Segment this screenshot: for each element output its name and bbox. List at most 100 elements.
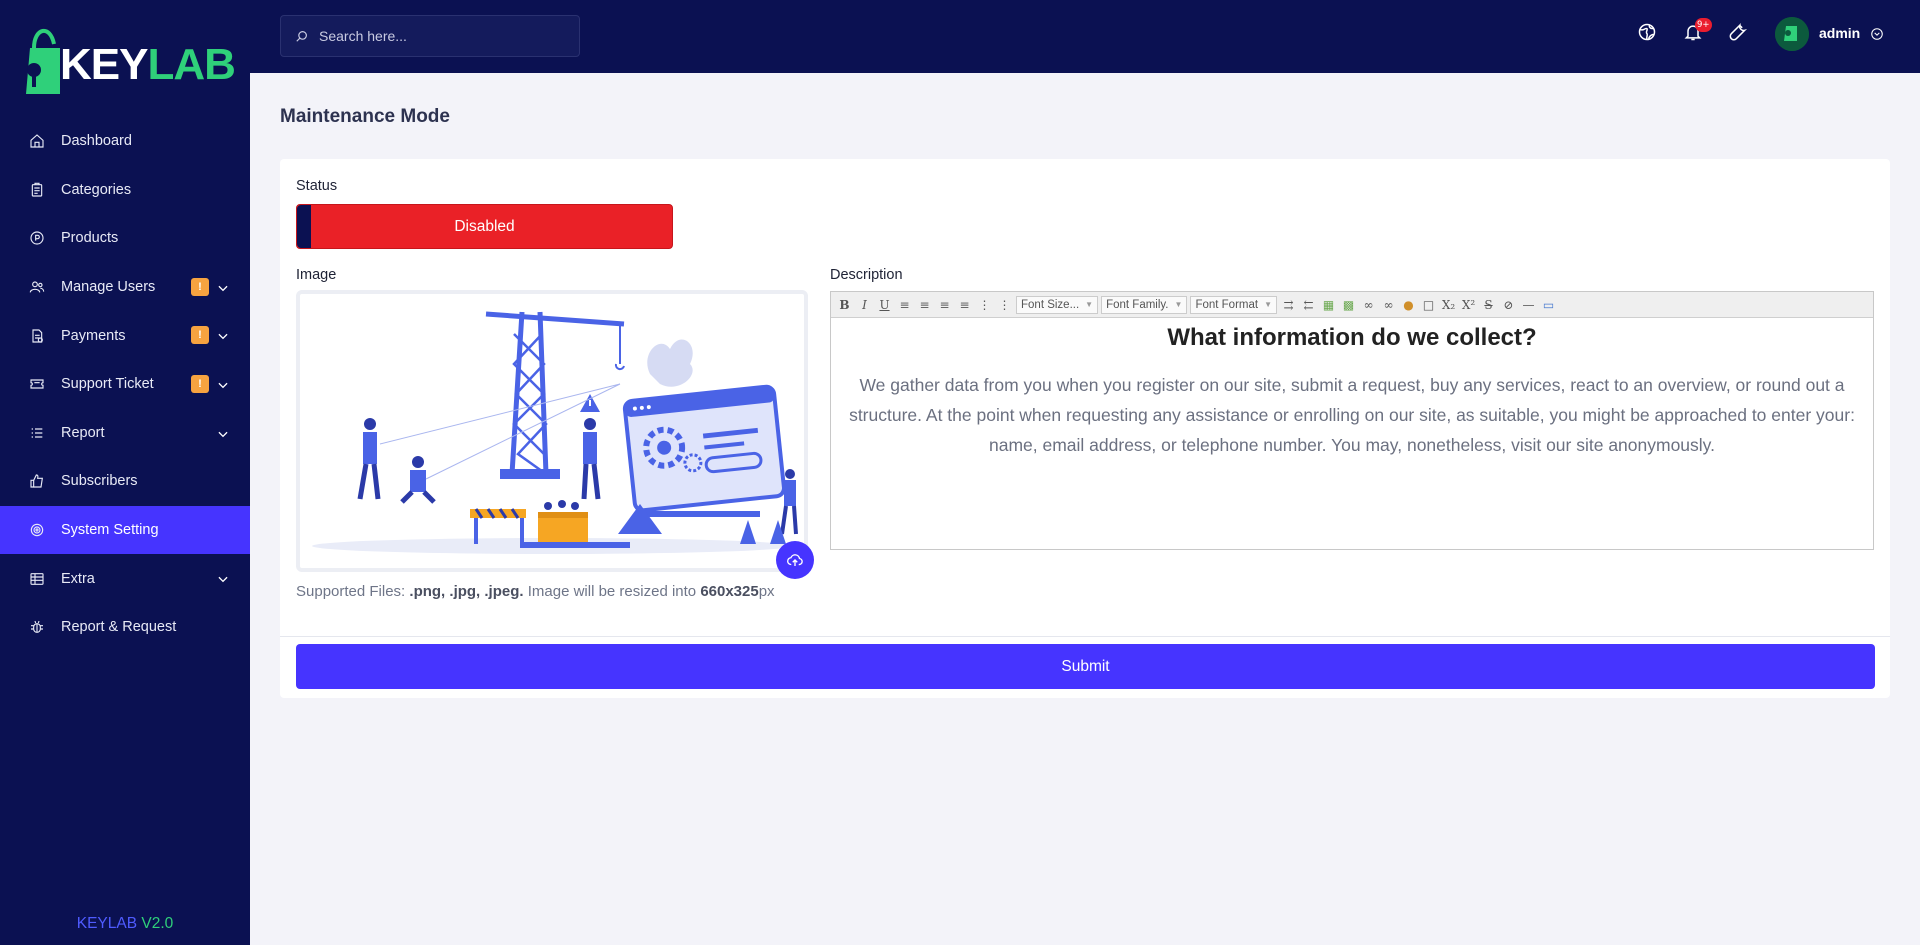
font-format-select[interactable]: Font Format ▼ (1190, 295, 1277, 314)
ticket-icon (28, 375, 46, 393)
chevron-down-icon[interactable] (216, 281, 230, 295)
thumbs-up-icon (28, 472, 46, 490)
font-size-select[interactable]: Font Size... ▼ (1016, 295, 1099, 314)
avatar-logo-icon (1775, 17, 1809, 51)
avatar[interactable] (1775, 17, 1809, 51)
sidebar-item-label: Support Ticket (61, 376, 154, 393)
link-icon[interactable]: ∞ (1360, 296, 1377, 313)
sidebar-item-extra[interactable]: Extra (0, 554, 250, 603)
sidebar-item-label: Subscribers (61, 473, 138, 490)
superscript-icon[interactable]: X² (1460, 296, 1477, 313)
align-center-icon[interactable]: ≡ (916, 296, 933, 313)
list-icon (28, 424, 46, 442)
editor-toolbar: B I U ≡ ≡ ≡ ≡ ⋮ ⋮ Font Size... ▼ Font Fam… (831, 292, 1873, 318)
indent-icon[interactable]: ⇉ (1280, 296, 1297, 313)
product-icon (28, 229, 46, 247)
sidebar-item-label: Manage Users (61, 279, 156, 296)
upload-image-button[interactable] (776, 541, 814, 579)
image-label: Image (296, 267, 337, 283)
sidebar-item-report[interactable]: Report (0, 409, 250, 458)
username[interactable]: admin (1819, 25, 1860, 41)
outdent-icon[interactable]: ⇇ (1300, 296, 1317, 313)
home-icon (28, 132, 46, 150)
supported-files-note: Supported Files: .png, .jpg, .jpeg. Imag… (296, 583, 775, 600)
bug-icon (28, 618, 46, 636)
sidebar-item-label: Payments (61, 327, 126, 344)
chevron-down-icon[interactable] (216, 329, 230, 343)
settings-icon (28, 521, 46, 539)
warning-badge: ! (191, 374, 209, 393)
sidebar-item-label: Extra (61, 570, 95, 587)
bullet-list-icon[interactable]: ⋮ (996, 296, 1013, 313)
bold-icon[interactable]: B (836, 296, 853, 313)
color-icon[interactable]: ● (1400, 296, 1417, 313)
search-icon (296, 31, 307, 42)
topbar: 9+ admin (250, 0, 1920, 73)
page-title: Maintenance Mode (280, 106, 450, 127)
sidebar-item-label: Report (61, 424, 105, 441)
warning-badge: ! (191, 326, 209, 345)
insert-image-icon[interactable]: ▦ (1320, 296, 1337, 313)
search-input[interactable] (319, 28, 559, 44)
image-preview (296, 290, 808, 572)
submit-button[interactable]: Submit (296, 644, 1875, 689)
description-label: Description (830, 267, 903, 283)
description-editor: B I U ≡ ≡ ≡ ≡ ⋮ ⋮ Font Size... ▼ Font Fam… (830, 291, 1874, 550)
logo-text-key: KEY (60, 40, 148, 89)
cloud-upload-icon (787, 554, 803, 566)
html-source-icon[interactable]: ▭ (1540, 296, 1557, 313)
justify-icon[interactable]: ≡ (956, 296, 973, 313)
chevron-down-icon[interactable] (216, 378, 230, 392)
users-icon (28, 278, 46, 296)
editor-content[interactable]: What information do we collect? We gathe… (831, 318, 1873, 466)
logo[interactable]: KEYLAB (20, 18, 236, 98)
sidebar: KEYLAB Dashboard Categories Products Man… (0, 0, 250, 945)
maintenance-illustration (312, 311, 798, 554)
status-label: Status (296, 178, 338, 194)
ordered-list-icon[interactable]: ⋮ (976, 296, 993, 313)
underline-icon[interactable]: U (876, 296, 893, 313)
language-button[interactable] (1637, 22, 1659, 44)
sidebar-item-label: Products (61, 230, 119, 247)
align-right-icon[interactable]: ≡ (936, 296, 953, 313)
sidebar-item-payments[interactable]: Payments ! (0, 311, 250, 360)
subscript-icon[interactable]: X₂ (1440, 296, 1457, 313)
insert-media-icon[interactable]: ▩ (1340, 296, 1357, 313)
status-toggle[interactable]: Disabled (296, 204, 673, 249)
warning-badge: ! (191, 277, 209, 296)
payments-icon (28, 327, 46, 345)
sidebar-nav: Dashboard Categories Products Manage Use… (0, 117, 250, 652)
sidebar-item-report-request[interactable]: Report & Request (0, 603, 250, 652)
chevron-down-icon[interactable] (216, 572, 230, 586)
extra-icon (28, 570, 46, 588)
notifications-button[interactable]: 9+ (1683, 18, 1712, 44)
code-icon[interactable]: □ (1420, 296, 1437, 313)
divider (280, 636, 1890, 637)
unlink-icon[interactable]: ∞ (1380, 296, 1397, 313)
chevron-down-icon[interactable] (216, 427, 230, 441)
toggle-handle[interactable] (297, 205, 311, 248)
sidebar-item-label: Report & Request (61, 619, 177, 636)
remove-format-icon[interactable]: ⊘ (1500, 296, 1517, 313)
status-toggle-text: Disabled (454, 217, 515, 235)
horizontal-rule-icon[interactable]: — (1520, 296, 1537, 313)
sidebar-item-categories[interactable]: Categories (0, 166, 250, 215)
sidebar-item-support-ticket[interactable]: Support Ticket ! (0, 360, 250, 409)
italic-icon[interactable]: I (856, 296, 873, 313)
tools-button[interactable] (1728, 22, 1750, 44)
sidebar-item-system-setting[interactable]: System Setting (0, 505, 250, 555)
sidebar-item-dashboard[interactable]: Dashboard (0, 117, 250, 166)
sidebar-item-manage-users[interactable]: Manage Users ! (0, 263, 250, 312)
search-box (280, 15, 580, 57)
sidebar-item-subscribers[interactable]: Subscribers (0, 457, 250, 506)
chevron-down-icon[interactable] (1870, 26, 1884, 40)
font-family-select[interactable]: Font Family. ▼ (1101, 295, 1188, 314)
sidebar-item-label: Dashboard (61, 133, 132, 150)
sidebar-item-products[interactable]: Products (0, 214, 250, 263)
sidebar-item-label: System Setting (61, 522, 159, 539)
globe-icon (1638, 23, 1656, 41)
strikethrough-icon[interactable]: S (1480, 296, 1497, 313)
align-left-icon[interactable]: ≡ (896, 296, 913, 313)
maintenance-form-card: Status Disabled Image Supported Files: .… (280, 159, 1890, 698)
sidebar-item-label: Categories (61, 181, 132, 198)
